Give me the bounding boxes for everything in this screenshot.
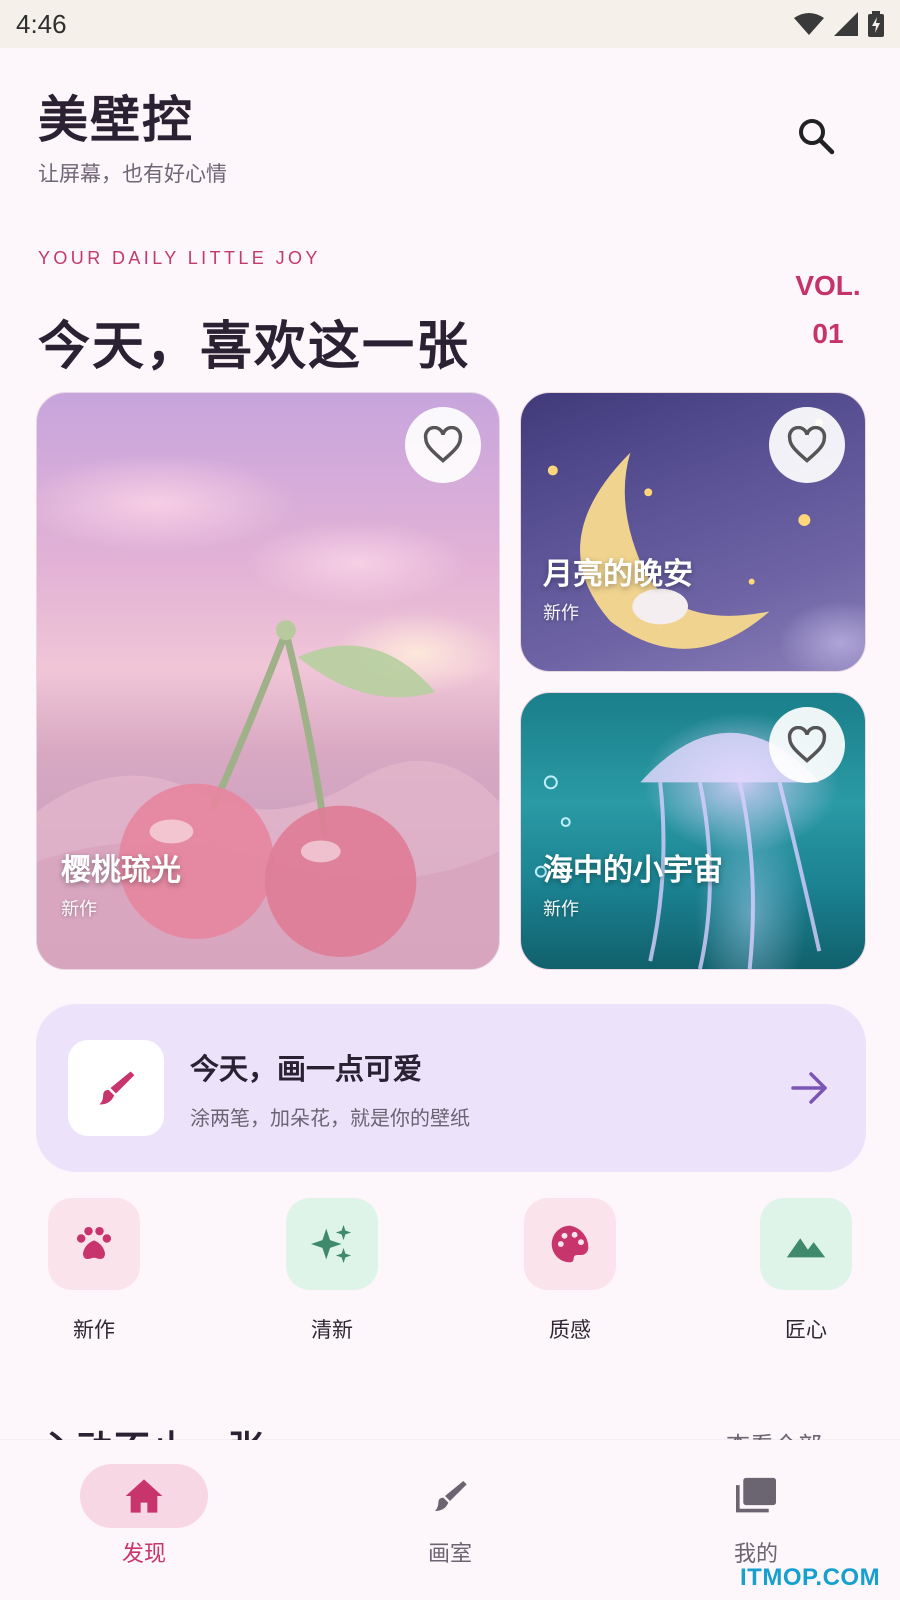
volume-number: 01 bbox=[812, 318, 844, 349]
category-label: 清新 bbox=[311, 1318, 353, 1342]
nav-pill bbox=[386, 1464, 514, 1528]
category-icon-tile bbox=[760, 1198, 852, 1290]
palette-icon bbox=[551, 1225, 589, 1263]
wallpaper-card-cherry[interactable]: 樱桃琉光 新作 bbox=[36, 392, 500, 970]
status-bar: 4:46 bbox=[0, 0, 900, 48]
favorite-button[interactable] bbox=[405, 407, 481, 483]
status-time: 4:46 bbox=[16, 8, 67, 39]
favorite-button[interactable] bbox=[769, 707, 845, 783]
paw-icon bbox=[76, 1226, 112, 1260]
category-icon-tile bbox=[48, 1198, 140, 1290]
card-title: 海中的小宇宙 bbox=[543, 853, 723, 888]
banner-title: 今天，画一点可爱 bbox=[190, 1052, 423, 1086]
battery-icon bbox=[868, 11, 884, 37]
watermark: ITMOP.COM bbox=[740, 1564, 881, 1591]
brush-icon bbox=[99, 1071, 135, 1105]
volume-badge: VOL. 01 bbox=[780, 262, 876, 358]
landscape-icon bbox=[786, 1238, 826, 1258]
banner-subtitle: 涂两笔，加朵花，就是你的壁纸 bbox=[190, 1106, 470, 1130]
wifi-icon bbox=[794, 13, 824, 35]
category-label: 匠心 bbox=[785, 1318, 827, 1342]
section-kicker: YOUR DAILY LITTLE JOY bbox=[38, 248, 321, 268]
volume-label: VOL. bbox=[795, 270, 861, 301]
card-tag: 新作 bbox=[543, 899, 579, 920]
arrow-right-icon bbox=[791, 1072, 827, 1104]
category-texture[interactable]: 质感 bbox=[524, 1198, 616, 1344]
status-icons bbox=[794, 11, 884, 37]
wallpaper-card-jellyfish[interactable]: 海中的小宇宙 新作 bbox=[520, 692, 866, 970]
sparkle-icon bbox=[310, 1224, 352, 1264]
category-fresh[interactable]: 清新 bbox=[286, 1198, 378, 1344]
collection-icon bbox=[736, 1477, 776, 1513]
card-tag: 新作 bbox=[543, 603, 579, 624]
search-icon bbox=[799, 119, 835, 155]
card-title: 樱桃琉光 bbox=[61, 853, 181, 888]
card-tag: 新作 bbox=[61, 899, 97, 920]
app-subtitle: 让屏幕，也有好心情 bbox=[38, 162, 227, 186]
search-button[interactable] bbox=[790, 110, 842, 162]
category-label: 新作 bbox=[73, 1318, 115, 1342]
category-new[interactable]: 新作 bbox=[48, 1198, 140, 1344]
category-icon-tile bbox=[524, 1198, 616, 1290]
banner-icon-tile bbox=[68, 1040, 164, 1136]
card-title: 月亮的晚安 bbox=[543, 557, 693, 592]
draw-banner[interactable]: 今天，画一点可爱 涂两笔，加朵花，就是你的壁纸 bbox=[36, 1004, 866, 1172]
nav-discover[interactable]: 发现 bbox=[80, 1464, 208, 1568]
nav-studio[interactable]: 画室 bbox=[386, 1464, 514, 1568]
heart-icon bbox=[787, 726, 827, 763]
banner-arrow-button[interactable] bbox=[788, 1066, 832, 1110]
nav-mine[interactable]: 我的 bbox=[692, 1464, 820, 1568]
category-label: 质感 bbox=[549, 1318, 591, 1342]
heart-icon bbox=[423, 426, 463, 463]
nav-pill bbox=[692, 1464, 820, 1528]
category-craft[interactable]: 匠心 bbox=[760, 1198, 852, 1344]
heart-icon bbox=[787, 426, 827, 463]
nav-label: 发现 bbox=[121, 1542, 166, 1567]
section-title: 今天，喜欢这一张 bbox=[38, 317, 471, 377]
home-icon bbox=[125, 1479, 163, 1513]
nav-label: 画室 bbox=[427, 1542, 472, 1567]
app-title: 美壁控 bbox=[38, 91, 194, 149]
category-icon-tile bbox=[286, 1198, 378, 1290]
brush-icon bbox=[435, 1481, 467, 1511]
signal-icon bbox=[834, 12, 858, 36]
favorite-button[interactable] bbox=[769, 407, 845, 483]
wallpaper-card-moon[interactable]: 月亮的晚安 新作 bbox=[520, 392, 866, 672]
nav-pill bbox=[80, 1464, 208, 1528]
